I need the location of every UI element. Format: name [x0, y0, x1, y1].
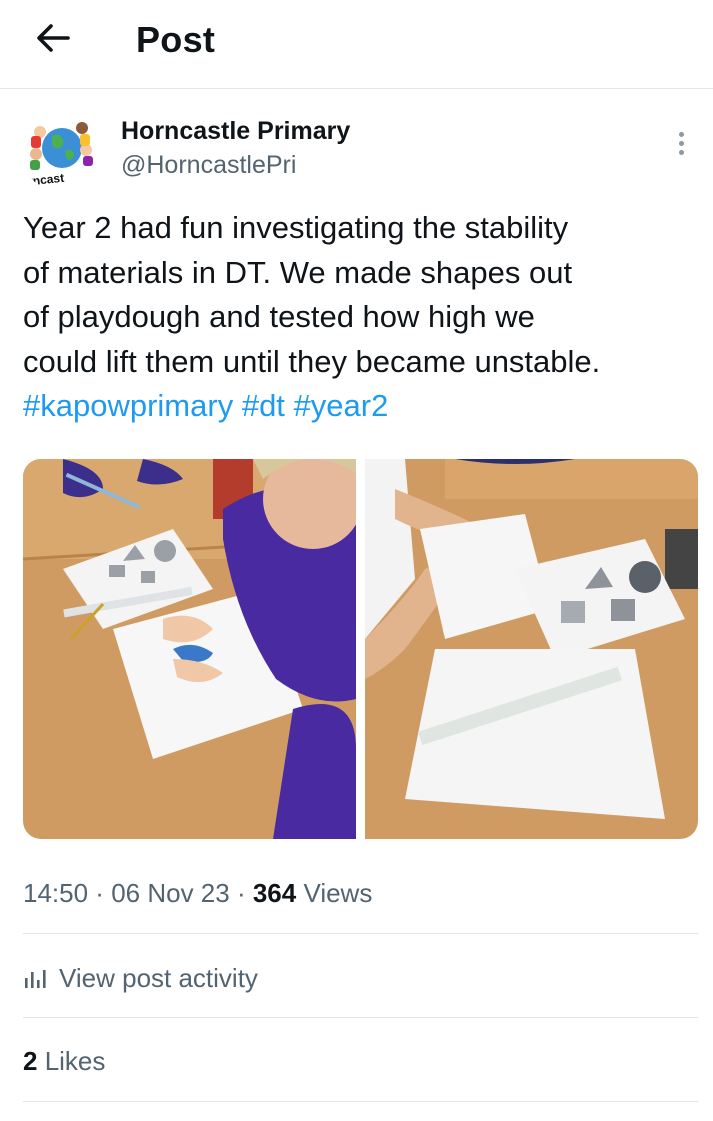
views-label: Views [296, 878, 373, 908]
post-time: 14:50 [23, 878, 89, 908]
author-handle[interactable]: @HorncastlePri [121, 149, 296, 181]
more-vertical-icon [678, 131, 684, 137]
view-post-activity-button[interactable]: View post activity [23, 958, 258, 998]
hashtag-link[interactable]: #dt [242, 388, 285, 423]
likes-count: 2 [23, 1046, 38, 1076]
arrow-left-icon [37, 24, 70, 52]
more-options-button[interactable] [666, 128, 696, 158]
post-text-line: of playdough and tested how high we [23, 299, 535, 334]
post-meta: 14:50 · 06 Nov 23 · 364 Views [23, 878, 373, 908]
post-text-line: of materials in DT. We made shapes out [23, 254, 573, 290]
post-date: 06 Nov 23 [111, 878, 230, 908]
back-button[interactable] [30, 18, 76, 58]
likes-link[interactable]: 2 Likes [23, 1044, 105, 1078]
divider [23, 933, 698, 934]
divider [23, 1101, 698, 1102]
views-count: 364 [252, 878, 297, 908]
page-title: Post [136, 19, 216, 60]
post-text-line: could lift them until they became unstab… [23, 343, 601, 379]
view-post-activity-label: View post activity [59, 962, 258, 993]
top-bar: Post [0, 0, 713, 89]
hashtag-line: #kapowprimary #dt #year2 [23, 384, 703, 429]
divider [23, 1017, 698, 1018]
media-grid [23, 459, 698, 839]
avatar[interactable]: rncast [22, 114, 100, 192]
post-text-line: Year 2 had fun investigating the stabili… [23, 210, 569, 245]
likes-label: Likes [37, 1046, 106, 1076]
post-text: Year 2 had fun investigating the stabili… [23, 206, 703, 429]
author-name[interactable]: Horncastle Primary [121, 115, 350, 147]
post-photo[interactable] [365, 459, 698, 839]
hashtag-link[interactable]: #year2 [294, 388, 389, 423]
analytics-bars-icon [25, 970, 46, 988]
hashtag-link[interactable]: #kapowprimary [23, 388, 233, 423]
post-photo[interactable] [23, 459, 356, 839]
